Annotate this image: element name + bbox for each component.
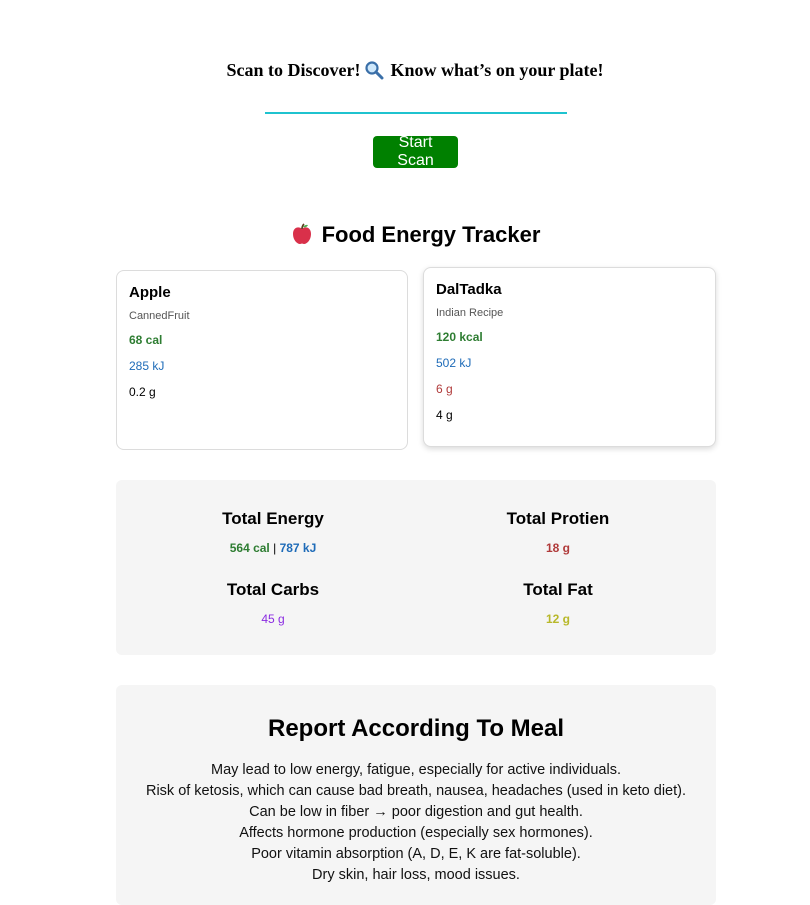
food-card-apple: Apple CannedFruit 68 cal 285 kJ 0.2 g	[116, 270, 408, 450]
scan-divider	[265, 112, 567, 114]
total-energy-kj: 787 kJ	[279, 541, 317, 555]
report-line: May lead to low energy, fatigue, especia…	[211, 762, 621, 778]
total-carbs: Total Carbs 45 g	[173, 580, 373, 626]
scan-title-lead: Scan to Discover!	[226, 60, 361, 80]
total-energy: Total Energy 564 cal | 787 kJ	[173, 509, 373, 555]
tracker-title-text: Food Energy Tracker	[321, 222, 541, 247]
total-protein-label: Total Protien	[506, 509, 610, 528]
food-calories: 68 cal	[129, 333, 163, 347]
food-nutrient-value: 0.2 g	[129, 385, 156, 399]
start-scan-button[interactable]: Start Scan	[373, 134, 458, 169]
food-name: Apple	[129, 284, 171, 301]
total-protein-value: 18 g	[545, 541, 570, 555]
food-card-daltadka: DalTadka Indian Recipe 120 kcal 502 kJ 6…	[423, 267, 716, 447]
food-energy-kj: 285 kJ	[129, 359, 165, 373]
total-energy-value: 564 cal | 787 kJ	[173, 541, 373, 555]
apple-icon	[290, 222, 314, 246]
food-category: CannedFruit	[129, 310, 190, 322]
report-line: Poor vitamin absorption (A, D, E, K are …	[251, 846, 581, 862]
total-energy-separator: |	[273, 541, 277, 555]
report-line: Risk of ketosis, which can cause bad bre…	[145, 783, 687, 799]
report-title: Report According To Meal	[267, 715, 564, 742]
total-fat-value: 12 g	[545, 612, 570, 626]
report-line: Affects hormone production (especially s…	[239, 825, 593, 841]
report-line: Can be low in fiber → poor digestion and…	[249, 804, 583, 820]
food-calories: 120 kcal	[436, 330, 483, 344]
total-fat: Total Fat 12 g	[458, 580, 658, 626]
meal-report-panel: Report According To Meal May lead to low…	[116, 685, 716, 905]
total-carbs-value: 45 g	[261, 612, 285, 626]
report-lines: May lead to low energy, fatigue, especia…	[116, 760, 716, 886]
food-protein: 6 g	[436, 382, 453, 396]
magnifying-glass-icon	[364, 60, 384, 80]
food-name: DalTadka	[436, 281, 502, 298]
tracker-title: Food Energy Tracker	[0, 222, 810, 248]
food-nutrient-value: 4 g	[436, 408, 453, 422]
totals-panel: Total Energy 564 cal | 787 kJ Total Prot…	[116, 480, 716, 655]
total-carbs-label: Total Carbs	[226, 580, 320, 599]
total-energy-cal: 564 cal	[229, 541, 270, 555]
food-energy-kj: 502 kJ	[436, 356, 472, 370]
total-protein: Total Protien 18 g	[458, 509, 658, 555]
total-energy-label: Total Energy	[222, 509, 324, 528]
scan-title-tail: Know what’s on your plate!	[390, 60, 604, 80]
total-fat-label: Total Fat	[523, 580, 593, 599]
food-category: Indian Recipe	[436, 307, 504, 319]
scan-title: Scan to Discover! Know what’s on your pla…	[0, 60, 810, 81]
